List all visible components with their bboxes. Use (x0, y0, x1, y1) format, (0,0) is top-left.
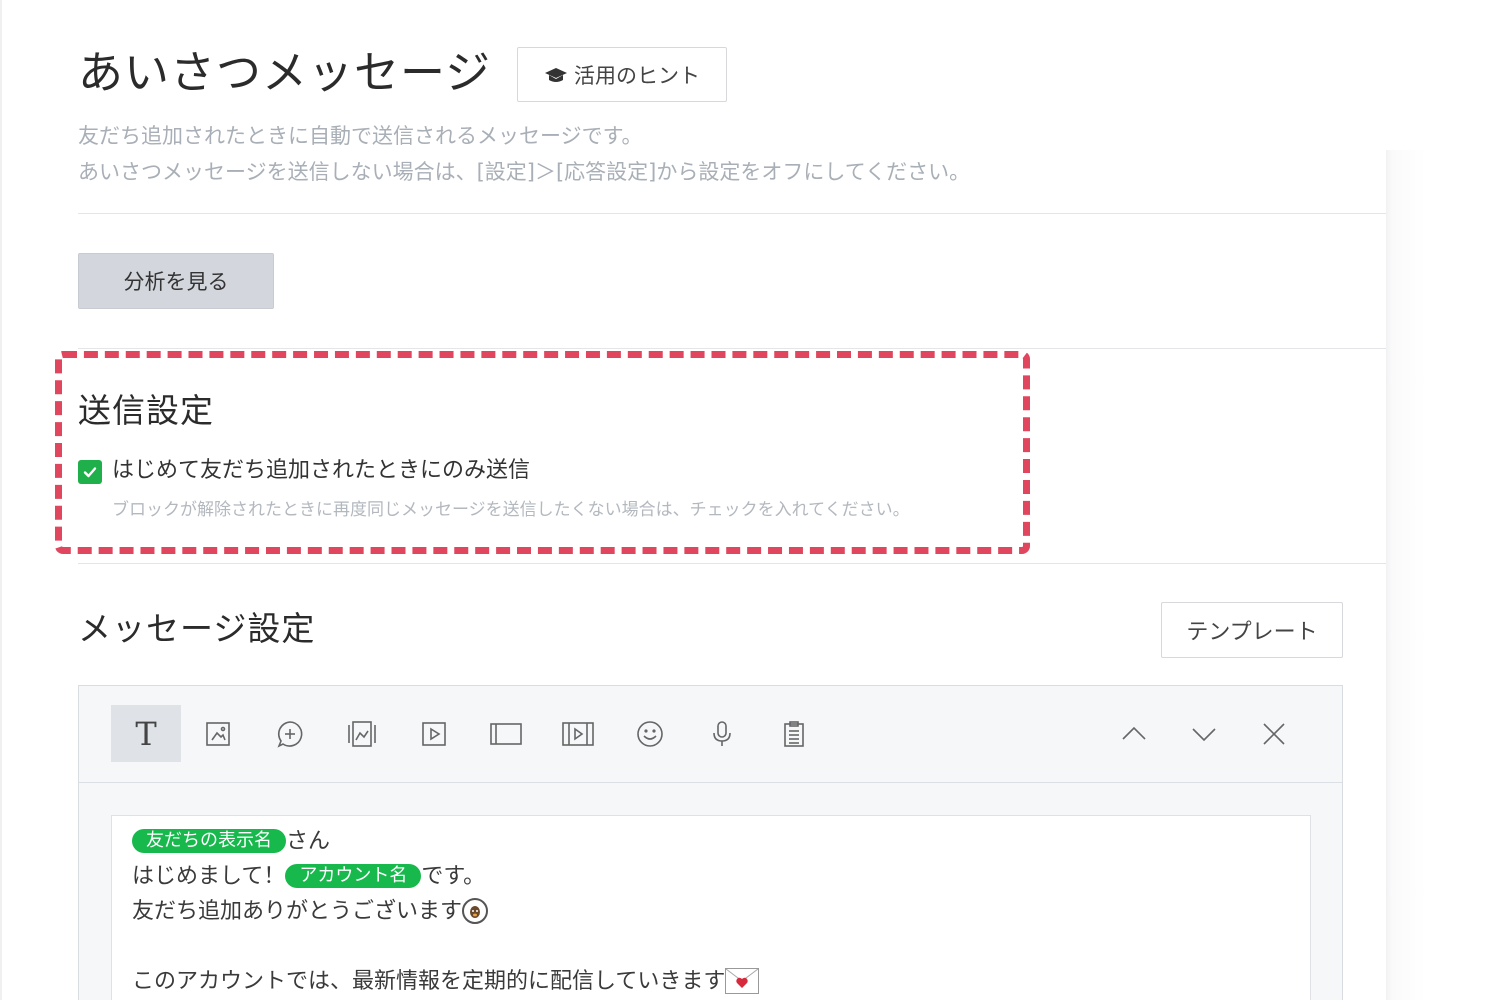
clipboard-icon (784, 720, 804, 747)
card-icon (348, 720, 376, 747)
hint-button-label: 活用のヒント (574, 63, 700, 88)
divider (78, 563, 1386, 564)
message-line: はじめまして！ アカウント名 です。 (132, 860, 485, 894)
left-border (0, 0, 2, 1000)
page-title: あいさつメッセージ (78, 46, 492, 99)
microphone-icon (713, 720, 731, 746)
rich-message-tool-button[interactable] (471, 705, 541, 762)
envelope-heart-icon (725, 968, 760, 994)
move-down-button[interactable] (1169, 705, 1239, 762)
rich-video-icon (562, 721, 594, 746)
video-icon (422, 721, 446, 746)
emoji-tool-button[interactable] (615, 705, 685, 762)
message-text: このアカウントでは、最新情報を定期的に配信していきます (132, 969, 726, 994)
rich-message-icon (490, 722, 522, 745)
rich-video-tool-button[interactable] (543, 705, 613, 762)
check-icon (83, 467, 97, 478)
character-emoji-icon (462, 898, 489, 924)
close-icon (1263, 722, 1285, 745)
voice-tool-button[interactable] (687, 705, 757, 762)
divider (78, 213, 1386, 214)
template-button[interactable]: テンプレート (1161, 602, 1343, 658)
remove-bubble-button[interactable] (1239, 705, 1309, 762)
checkbox-note: ブロックが解除されたときに再度同じメッセージを送信したくない場合は、チェックを入… (112, 500, 910, 520)
checkbox-label[interactable]: はじめて友だち追加されたときにのみ送信 (112, 454, 530, 488)
message-line: このアカウントでは、最新情報を定期的に配信していきます (132, 965, 760, 999)
chevron-down-icon (1192, 727, 1216, 741)
page-description: 友だち追加されたときに自動で送信されるメッセージです。 あいさつメッセージを送信… (78, 118, 970, 190)
send-settings-highlight (55, 351, 1030, 554)
first-add-only-checkbox[interactable] (78, 460, 102, 484)
message-line: 友だちの表示名 さん (132, 825, 330, 859)
image-icon (206, 721, 230, 746)
message-text: です。 (421, 864, 486, 889)
move-up-button[interactable] (1099, 705, 1169, 762)
hint-button[interactable]: 活用のヒント (517, 47, 727, 102)
editor-toolbar: T (79, 686, 1342, 783)
emoji-icon (637, 720, 663, 747)
message-text-area[interactable]: 友だちの表示名 さん はじめまして！ アカウント名 です。 友だち追加ありがとうござい… (111, 815, 1311, 1000)
view-analytics-button[interactable]: 分析を見る (78, 253, 274, 309)
description-line-2: あいさつメッセージを送信しない場合は、[設定]＞[応答設定]から設定をオフにして… (78, 160, 971, 184)
friend-name-tag[interactable]: 友だちの表示名 (132, 829, 286, 853)
video-tool-button[interactable] (399, 705, 469, 762)
message-text: 友だち追加ありがとうございます (132, 899, 463, 924)
right-panel-shadow (1386, 150, 1500, 1000)
description-line-1: 友だち追加されたときに自動で送信されるメッセージです。 (78, 124, 643, 148)
message-text: はじめまして！ (132, 864, 286, 889)
message-settings-title: メッセージ設定 (78, 609, 316, 648)
text-icon: T (135, 714, 157, 753)
account-name-tag[interactable]: アカウント名 (285, 864, 422, 888)
send-settings-title: 送信設定 (78, 391, 214, 430)
message-text: さん (286, 829, 331, 854)
survey-tool-button[interactable] (759, 705, 829, 762)
add-bubble-tool-button[interactable] (255, 705, 325, 762)
graduation-cap-icon (545, 67, 567, 82)
divider (78, 348, 1386, 349)
message-line: 友だち追加ありがとうございます (132, 895, 489, 929)
chevron-up-icon (1122, 726, 1146, 740)
page: あいさつメッセージ 活用のヒント 友だち追加されたときに自動で送信されるメッセー… (0, 0, 1500, 1000)
message-editor: T 友だちの表示名 さん はじめまして！ アカウント名 です。 友だち追加ありが… (78, 685, 1343, 1000)
add-bubble-icon (277, 720, 303, 748)
text-tool-button[interactable]: T (111, 705, 181, 762)
image-tool-button[interactable] (183, 705, 253, 762)
card-tool-button[interactable] (327, 705, 397, 762)
